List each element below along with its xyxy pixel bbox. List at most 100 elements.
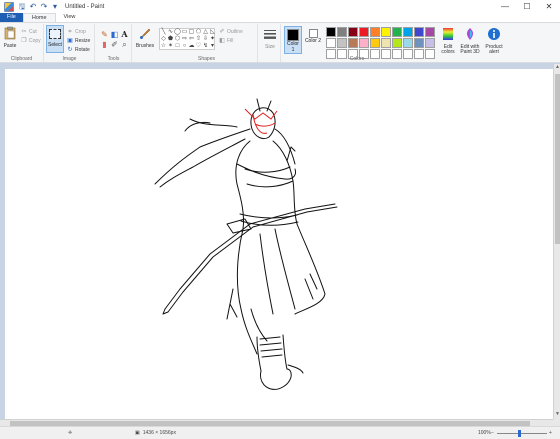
magnifier-icon[interactable]: ⌕ (120, 40, 129, 49)
shapes-group-label: Shapes (198, 56, 215, 62)
four-point-star-shape-icon[interactable]: ✦ (209, 36, 216, 43)
palette-swatch[interactable] (326, 38, 336, 48)
eraser-icon[interactable]: ▮ (100, 40, 109, 49)
palette-swatch[interactable] (359, 27, 369, 37)
palette-swatch[interactable] (337, 38, 347, 48)
brushes-button[interactable]: Brushes (135, 26, 155, 49)
edit-colors-button[interactable]: Edit colors (439, 27, 457, 56)
fill-button[interactable]: ◧ Fill (219, 37, 233, 44)
outline-button[interactable]: ✐ Outline (219, 28, 242, 35)
palette-swatch[interactable] (326, 27, 336, 37)
rect-callout-shape-icon[interactable]: □ (174, 43, 181, 50)
cloud-callout-shape-icon[interactable]: ☁ (188, 43, 195, 50)
pentagon-shape-icon[interactable]: ⬟ (167, 36, 174, 43)
left-arrow-shape-icon[interactable]: ⇦ (188, 36, 195, 43)
diamond-shape-icon[interactable]: ◇ (160, 36, 167, 43)
tab-home[interactable]: Home (22, 13, 56, 22)
fill-bucket-icon[interactable]: ◧ (110, 30, 119, 39)
line-shape-icon[interactable]: ╲ (160, 29, 167, 36)
palette-swatch[interactable] (414, 27, 424, 37)
cut-button[interactable]: ✂ Cut (21, 28, 36, 35)
rotate-button[interactable]: ↻ Rotate (67, 46, 89, 53)
palette-swatch[interactable] (414, 38, 424, 48)
pencil-icon[interactable]: ✎ (100, 30, 109, 39)
drawing-canvas[interactable] (5, 69, 553, 419)
text-icon[interactable]: A (120, 30, 129, 39)
close-button[interactable]: ✕ (538, 0, 560, 13)
minimize-button[interactable]: — (494, 0, 516, 13)
triangle-shape-icon[interactable]: △ (202, 29, 209, 36)
scroll-up-icon[interactable]: ▲ (554, 64, 560, 72)
palette-swatch[interactable] (348, 38, 358, 48)
palette-swatch[interactable] (392, 27, 402, 37)
quick-access-toolbar: 🖫 ↶ ↷ ▾ (18, 2, 59, 11)
copy-button[interactable]: ❐ Copy (21, 37, 41, 44)
copy-label: Copy (29, 37, 41, 44)
colors-group-label: Colors (349, 56, 365, 62)
curve-shape-icon[interactable]: ∿ (167, 29, 174, 36)
maximize-button[interactable]: ☐ (516, 0, 538, 13)
palette-swatch[interactable] (392, 38, 402, 48)
heart-shape-icon[interactable]: ♡ (195, 43, 202, 50)
palette-swatch[interactable] (359, 38, 369, 48)
down-arrow-shape-icon[interactable]: ⇩ (202, 36, 209, 43)
polygon-shape-icon[interactable]: ⬠ (195, 29, 202, 36)
palette-swatch[interactable] (381, 27, 391, 37)
product-alert-button[interactable]: Product alert (484, 27, 504, 56)
customize-toolbar-icon[interactable]: ▾ (51, 2, 59, 11)
clipboard-group-label: Clipboard (10, 56, 33, 62)
undo-icon[interactable]: ↶ (29, 2, 37, 11)
five-point-star-shape-icon[interactable]: ☆ (160, 43, 167, 50)
tab-view[interactable]: View (56, 13, 84, 22)
rectangle-shape-icon[interactable]: ▭ (181, 29, 188, 36)
color1-button[interactable]: Color 1 (284, 26, 302, 54)
select-button[interactable]: Select (46, 25, 64, 53)
palette-swatch[interactable] (348, 27, 358, 37)
palette-swatch[interactable] (425, 38, 435, 48)
horizontal-scrollbar[interactable] (0, 419, 553, 426)
color-picker-icon[interactable]: ✐ (110, 40, 119, 49)
palette-swatch[interactable] (403, 27, 413, 37)
scroll-down-icon[interactable]: ▼ (554, 411, 560, 419)
crop-icon: ⌗ (68, 28, 72, 35)
window-title: Untitled - Paint (65, 3, 105, 10)
outline-icon: ✐ (219, 28, 225, 35)
right-arrow-shape-icon[interactable]: ⇨ (181, 36, 188, 43)
up-arrow-shape-icon[interactable]: ⇧ (195, 36, 202, 43)
palette-swatch[interactable] (337, 27, 347, 37)
zoom-slider-track[interactable] (497, 433, 547, 434)
palette-swatch[interactable] (370, 38, 380, 48)
lightning-shape-icon[interactable]: ↯ (202, 43, 209, 50)
six-point-star-shape-icon[interactable]: ✶ (167, 43, 174, 50)
palette-swatch[interactable] (403, 38, 413, 48)
palette-swatch[interactable] (381, 38, 391, 48)
rounded-rect-shape-icon[interactable]: ▢ (188, 29, 195, 36)
palette-swatch[interactable] (425, 27, 435, 37)
zoom-out-icon: − (491, 430, 494, 436)
edit-paint3d-button[interactable]: Edit with Paint 3D (458, 27, 482, 56)
crop-button[interactable]: ⌗ Crop (67, 28, 86, 35)
more-shapes-icon[interactable]: ▾ (209, 43, 216, 50)
brush-icon (140, 28, 151, 39)
vertical-scroll-thumb[interactable] (555, 74, 560, 244)
right-triangle-shape-icon[interactable]: ◺ (209, 29, 216, 36)
oval-callout-shape-icon[interactable]: ○ (181, 43, 188, 50)
color2-button[interactable]: Color 2 (304, 26, 322, 45)
zoom-slider-thumb[interactable] (518, 430, 521, 437)
redo-icon[interactable]: ↷ (40, 2, 48, 11)
zoom-out-button[interactable]: − (491, 430, 494, 436)
palette-swatch[interactable] (370, 27, 380, 37)
paste-label: Paste (3, 42, 17, 49)
tab-file[interactable]: File (0, 13, 23, 22)
size-button[interactable]: Size (261, 27, 279, 50)
vertical-scrollbar[interactable]: ▲ ▼ (553, 64, 560, 419)
hexagon-shape-icon[interactable]: ⬡ (174, 36, 181, 43)
paste-button[interactable]: Paste (2, 26, 18, 49)
zoom-level: 100% (478, 430, 491, 436)
shapes-gallery[interactable]: ╲ ∿ ◯ ▭ ▢ ⬠ △ ◺ ◇ ⬟ ⬡ ⇨ ⇦ ⇧ ⇩ ✦ ☆ ✶ □ ○ … (159, 28, 215, 50)
save-icon[interactable]: 🖫 (18, 2, 26, 11)
zoom-in-button[interactable]: + (549, 430, 552, 436)
color1-swatch (287, 29, 299, 41)
oval-shape-icon[interactable]: ◯ (174, 29, 181, 36)
resize-button[interactable]: ▣ Resize (67, 37, 90, 44)
